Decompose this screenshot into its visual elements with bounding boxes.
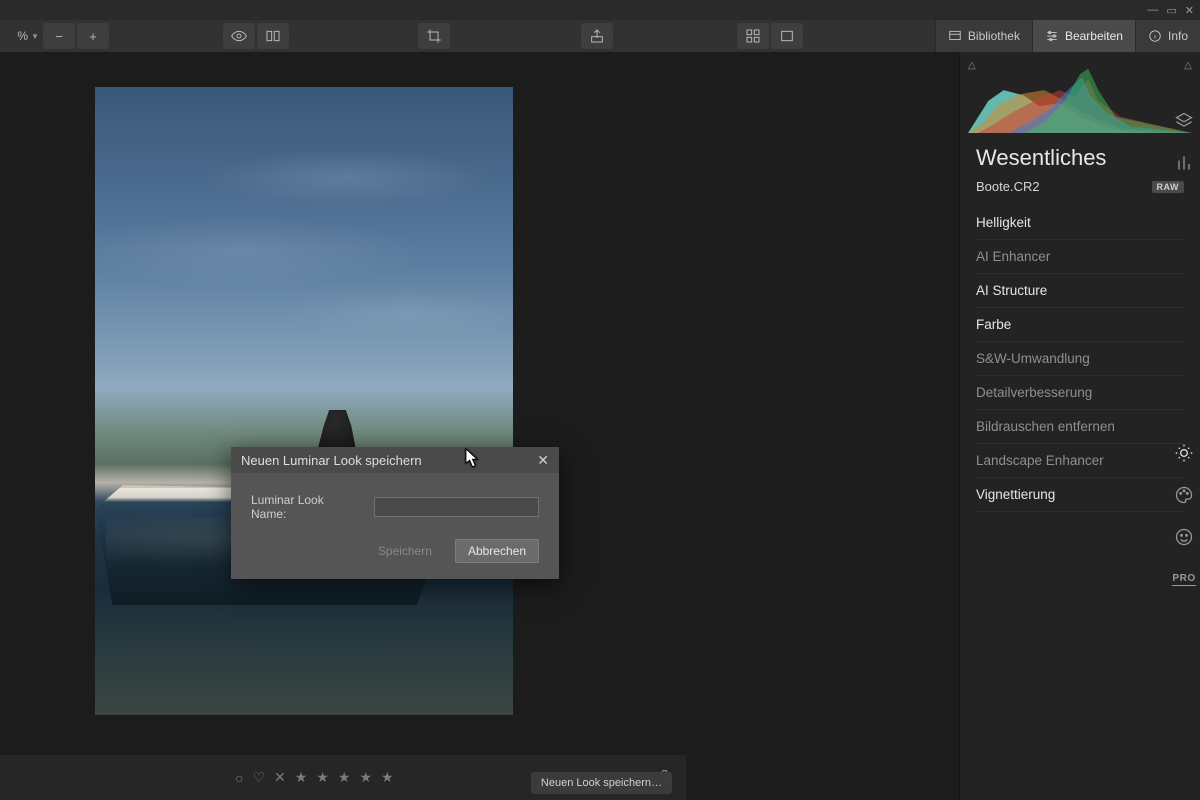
tool-item[interactable]: Bildrauschen entfernen xyxy=(976,410,1184,444)
flag-toggle[interactable]: ○ xyxy=(235,770,243,786)
tool-item[interactable]: Detailverbesserung xyxy=(976,376,1184,410)
highlight-clip-indicator[interactable]: △ xyxy=(1184,60,1192,71)
share-button[interactable] xyxy=(581,23,613,49)
tool-item[interactable]: AI Structure xyxy=(976,274,1184,308)
tab-edit[interactable]: Bearbeiten xyxy=(1032,20,1135,52)
zoom-in-button[interactable]: + xyxy=(77,23,109,49)
face-icon xyxy=(1174,527,1194,547)
compare-button[interactable] xyxy=(257,23,289,49)
file-name: Boote.CR2 xyxy=(976,179,1040,194)
canvas-tools-button[interactable] xyxy=(1173,152,1195,174)
compare-icon xyxy=(265,28,281,44)
workspace-rail: PRO xyxy=(1168,442,1200,590)
tab-library[interactable]: Bibliothek xyxy=(935,20,1032,52)
pro-workspace-button[interactable]: PRO xyxy=(1173,568,1195,590)
look-name-input[interactable] xyxy=(374,497,539,517)
favorite-toggle[interactable]: ♡ xyxy=(252,769,265,786)
sky-region xyxy=(95,87,513,388)
dialog-title: Neuen Luminar Look speichern xyxy=(241,453,422,468)
creative-workspace-button[interactable] xyxy=(1173,484,1195,506)
tab-info-label: Info xyxy=(1168,29,1188,43)
tool-list: HelligkeitAI EnhancerAI StructureFarbeS&… xyxy=(960,206,1200,512)
window-close-button[interactable]: ✕ xyxy=(1185,4,1194,17)
info-icon xyxy=(1148,29,1162,43)
mode-tabs: Bibliothek Bearbeiten Info xyxy=(935,20,1200,52)
portrait-workspace-button[interactable] xyxy=(1173,526,1195,548)
edit-panel: △ △ Wesentliches Boote.CR2 RAW Helligkei… xyxy=(959,52,1200,800)
raw-badge: RAW xyxy=(1152,181,1185,193)
tool-item[interactable]: AI Enhancer xyxy=(976,240,1184,274)
look-name-label: Luminar Look Name: xyxy=(251,493,360,521)
tool-item[interactable]: S&W-Umwandlung xyxy=(976,342,1184,376)
tool-item[interactable]: Farbe xyxy=(976,308,1184,342)
preview-toggle-button[interactable] xyxy=(223,23,255,49)
tool-item[interactable]: Helligkeit xyxy=(976,206,1184,240)
shadow-clip-indicator[interactable]: △ xyxy=(968,60,976,71)
layers-icon xyxy=(1174,111,1194,131)
star-5[interactable]: ★ xyxy=(381,769,394,786)
panel-title: Wesentliches xyxy=(960,141,1200,177)
window-minimize-button[interactable]: — xyxy=(1147,4,1158,16)
single-view-button[interactable] xyxy=(771,23,803,49)
zoom-out-button[interactable]: − xyxy=(43,23,75,49)
tool-item[interactable]: Landscape Enhancer xyxy=(976,444,1184,478)
tool-item[interactable]: Vignettierung xyxy=(976,478,1184,512)
dialog-close-button[interactable]: ✕ xyxy=(537,452,549,469)
pro-label: PRO xyxy=(1172,573,1195,586)
star-2[interactable]: ★ xyxy=(316,769,329,786)
tab-info[interactable]: Info xyxy=(1135,20,1200,52)
histogram[interactable]: △ △ xyxy=(968,58,1192,133)
window-maximize-button[interactable]: ▭ xyxy=(1166,4,1176,17)
share-icon xyxy=(589,28,605,44)
histogram-graph xyxy=(968,58,1192,133)
category-rail xyxy=(1168,104,1200,174)
bars-icon xyxy=(1174,153,1194,173)
reject-toggle[interactable]: ✕ xyxy=(274,769,286,786)
star-4[interactable]: ★ xyxy=(359,769,372,786)
zoom-value: % xyxy=(0,29,28,43)
star-3[interactable]: ★ xyxy=(338,769,351,786)
window-titlebar: — ▭ ✕ xyxy=(0,0,1200,20)
palette-icon xyxy=(1174,485,1194,505)
canvas-area: Neuen Luminar Look speichern ✕ Luminar L… xyxy=(0,52,959,800)
layers-button[interactable] xyxy=(1173,110,1195,132)
status-tooltip: Neuen Look speichern… xyxy=(531,772,672,794)
tab-edit-label: Bearbeiten xyxy=(1065,29,1123,43)
single-view-icon xyxy=(779,28,795,44)
main-toolbar: % ▾ − + Bibliothek xyxy=(0,20,1200,52)
save-look-dialog: Neuen Luminar Look speichern ✕ Luminar L… xyxy=(231,447,559,579)
grid-icon xyxy=(745,28,761,44)
eye-icon xyxy=(231,28,247,44)
cancel-button[interactable]: Abbrechen xyxy=(455,539,539,563)
zoom-dropdown[interactable]: ▾ xyxy=(28,31,42,42)
crop-icon xyxy=(426,28,442,44)
save-button[interactable]: Speichern xyxy=(365,539,445,563)
library-icon xyxy=(948,29,962,43)
dialog-titlebar[interactable]: Neuen Luminar Look speichern ✕ xyxy=(231,447,559,473)
sliders-icon xyxy=(1045,29,1059,43)
crop-button[interactable] xyxy=(418,23,450,49)
sun-icon xyxy=(1174,443,1194,463)
essentials-workspace-button[interactable] xyxy=(1173,442,1195,464)
rating-controls: ○ ♡ ✕ ★ ★ ★ ★ ★ xyxy=(235,769,394,786)
tab-library-label: Bibliothek xyxy=(968,29,1020,43)
photo-preview[interactable] xyxy=(95,87,513,715)
star-1[interactable]: ★ xyxy=(295,769,308,786)
grid-view-button[interactable] xyxy=(737,23,769,49)
